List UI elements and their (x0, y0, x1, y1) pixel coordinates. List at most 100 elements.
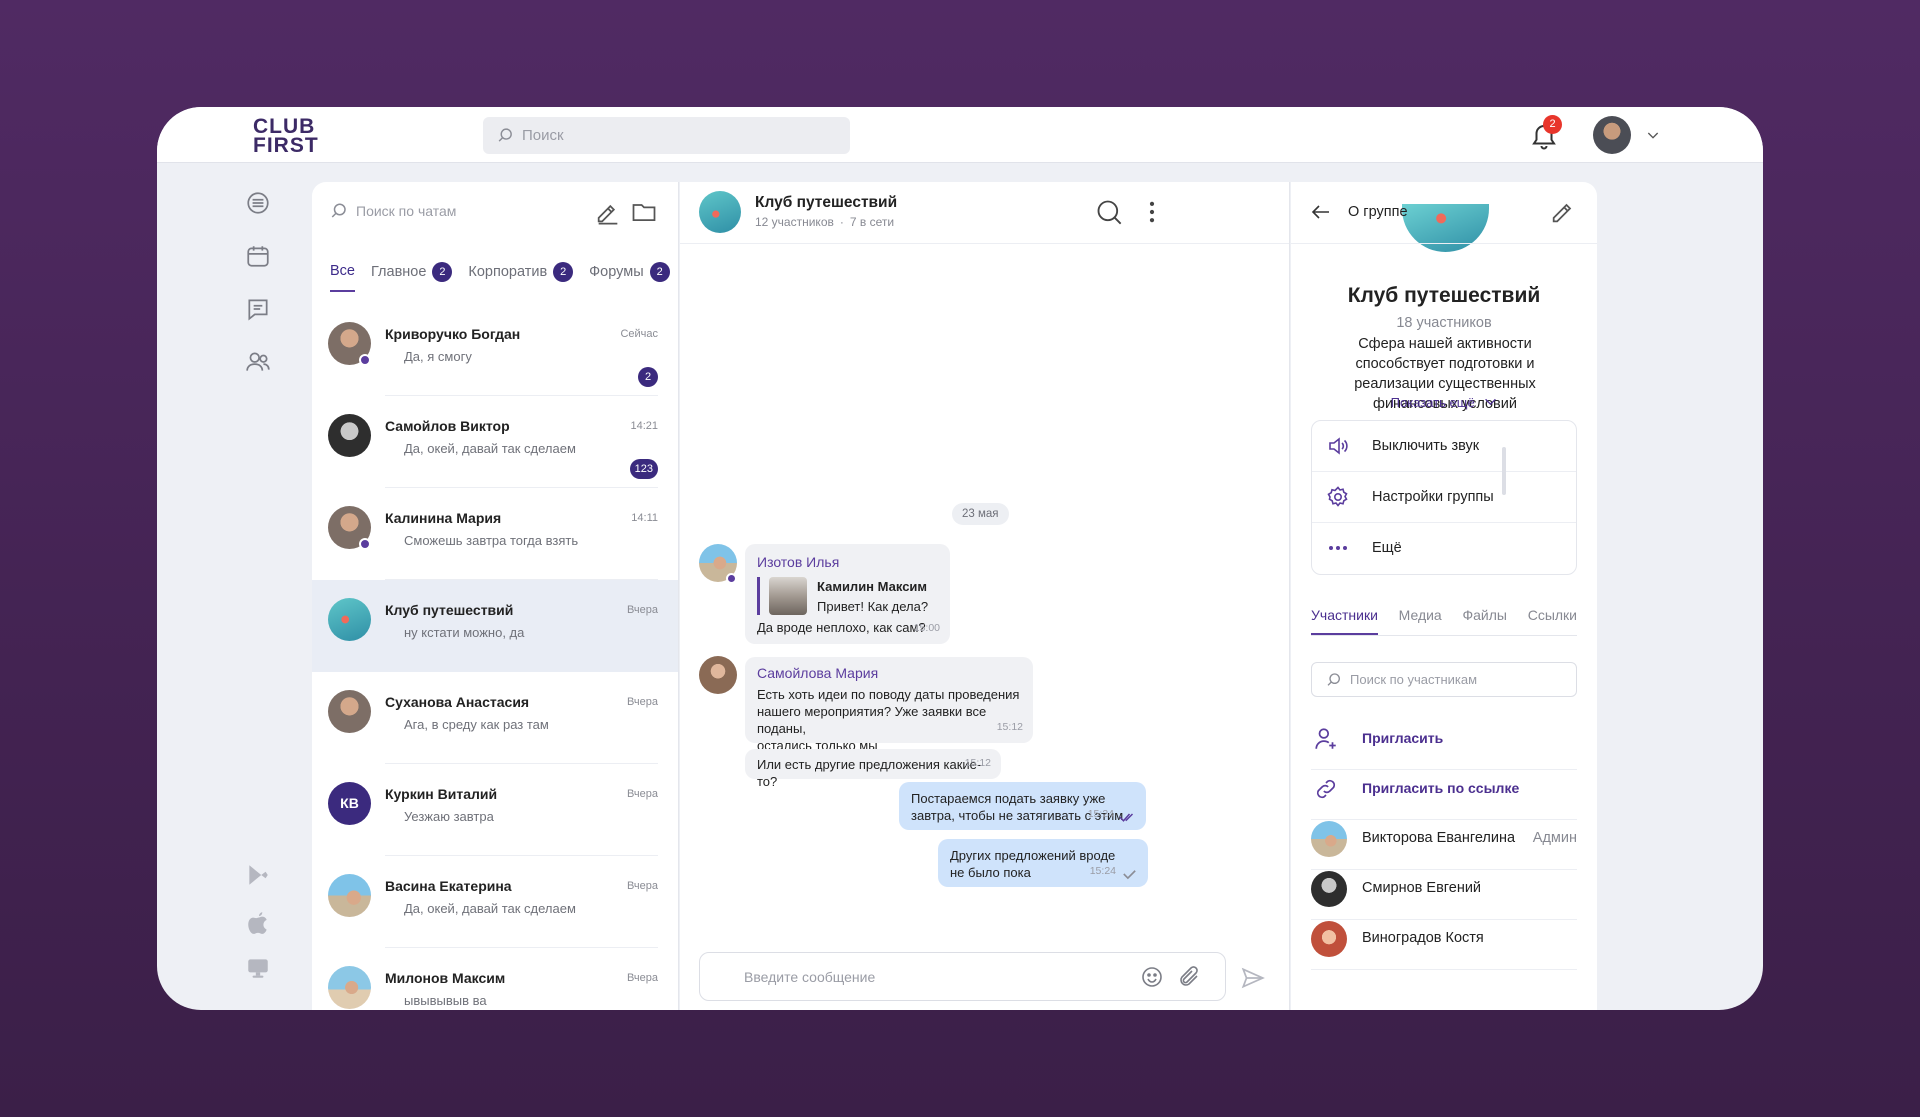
outgoing-message-bubble[interactable]: Других предложений вроде не было пока 15… (938, 839, 1148, 887)
chat-row[interactable]: КВ Куркин Виталий Уезжаю завтра Вчера (312, 764, 678, 856)
online-indicator (359, 538, 371, 550)
contacts-icon[interactable] (245, 349, 271, 375)
show-more-link[interactable]: Показать ещё (1291, 395, 1597, 410)
search-icon (331, 203, 346, 218)
chat-row-selected[interactable]: Клуб путешествий ну кстати можно, да Вче… (312, 580, 678, 672)
avatar (328, 414, 371, 457)
link-icon (1316, 779, 1336, 799)
calendar-icon[interactable] (245, 243, 271, 269)
tab-members[interactable]: Участники (1311, 607, 1378, 635)
mute-button[interactable]: Выключить звук (1312, 421, 1576, 472)
avatar: КВ (328, 782, 371, 825)
compose-pencil-icon[interactable] (594, 198, 622, 226)
message-bubble[interactable]: Или есть другие предложения какие-то? 15… (745, 749, 1001, 789)
avatar (1311, 821, 1347, 857)
desktop-icon[interactable] (245, 955, 271, 981)
tab-all[interactable]: Все (330, 262, 355, 292)
folder-icon[interactable] (630, 198, 658, 226)
group-settings-button[interactable]: Настройки группы (1312, 472, 1576, 523)
gear-icon (1327, 486, 1348, 507)
global-search (483, 117, 850, 154)
chat-search-input[interactable] (356, 203, 586, 219)
chevron-down-icon[interactable] (1645, 127, 1661, 143)
message-input[interactable] (744, 968, 1124, 985)
search-icon (498, 128, 512, 142)
feed-icon[interactable] (245, 190, 271, 216)
more-actions-button[interactable]: Ещё (1312, 523, 1576, 574)
edit-pencil-icon[interactable] (1549, 198, 1577, 226)
tab-main[interactable]: Главное 2 (371, 262, 453, 292)
group-avatar[interactable] (699, 191, 741, 233)
online-indicator (726, 573, 737, 584)
user-avatar[interactable] (1593, 116, 1631, 154)
chat-search (330, 202, 586, 220)
chat-list: Криворучко Богдан Да, я смогу Сейчас 2 С… (312, 304, 678, 1010)
outgoing-message-bubble[interactable]: Постараемся подать заявку уже завтра, чт… (899, 782, 1146, 830)
google-play-icon[interactable] (245, 862, 271, 888)
chat-row[interactable]: Васина Екатерина Да, окей, давай так сде… (312, 856, 678, 948)
search-icon (1327, 672, 1340, 686)
messages-icon[interactable] (245, 296, 271, 322)
add-user-icon (1315, 728, 1336, 749)
tab-badge: 2 (432, 262, 453, 282)
member-row[interactable]: Виноградов Костя (1311, 909, 1577, 970)
group-info-header: О группе (1291, 182, 1597, 244)
member-search (1311, 662, 1577, 697)
message-composer (699, 952, 1226, 1001)
unread-badge: 2 (638, 367, 658, 387)
date-separator: 23 мая (952, 503, 1009, 525)
chat-row[interactable]: Суханова Анастасия Ага, в среду как раз … (312, 672, 678, 764)
tab-media[interactable]: Медиа (1399, 607, 1442, 635)
avatar[interactable] (699, 656, 737, 694)
speaker-icon (1329, 437, 1348, 455)
chat-panel: Клуб путешествий 12 участников · 7 в сети … (680, 182, 1290, 1010)
more-vertical-icon[interactable] (1138, 198, 1166, 226)
app-window: CLUB FIRST 2 Все Главное2 Корпора (157, 107, 1763, 1010)
message-bubble[interactable]: Самойлова Мария Есть хоть идеи по поводу… (745, 657, 1033, 753)
group-info-panel: О группе Клуб путешествий 18 участников … (1291, 182, 1597, 1010)
tab-forums[interactable]: Форумы 2 (589, 262, 670, 292)
panel-scrollbar[interactable] (1502, 447, 1506, 495)
apple-icon[interactable] (245, 909, 271, 935)
tab-links[interactable]: Ссылки (1528, 607, 1577, 635)
member-role: Админ (1532, 830, 1577, 846)
avatar (1311, 871, 1347, 907)
chat-title: Клуб путешествий (755, 194, 898, 211)
chat-row[interactable]: Самойлов Виктор Да, окей, давай так сдел… (312, 396, 678, 488)
chat-filter-tabs: Все Главное 2 Корпоратив 2 Форумы 2 (330, 262, 670, 292)
chevron-down-icon (1485, 398, 1497, 406)
tab-files[interactable]: Файлы (1462, 607, 1506, 635)
tab-badge: 2 (553, 262, 574, 282)
group-member-count: 18 участников (1396, 315, 1492, 331)
notification-badge: 2 (1543, 115, 1562, 134)
group-actions: Выключить звук Настройки группы Ещё (1311, 420, 1577, 575)
avatar (328, 598, 371, 641)
global-search-input[interactable] (522, 127, 822, 144)
search-icon[interactable] (1095, 198, 1123, 226)
emoji-icon[interactable] (1140, 965, 1164, 989)
avatar (328, 874, 371, 917)
top-bar: CLUB FIRST 2 (157, 107, 1763, 163)
member-search-input[interactable] (1350, 672, 1570, 687)
avatar (1311, 921, 1347, 957)
unread-badge: 123 (629, 459, 658, 479)
chat-row[interactable]: Криворучко Богдан Да, я смогу Сейчас 2 (312, 304, 678, 396)
message-bubble[interactable]: Изотов Илья Камилин Максим Привет! Как д… (745, 544, 950, 644)
check-icon (1123, 870, 1136, 880)
tab-corporate[interactable]: Корпоратив 2 (468, 262, 574, 292)
group-info-title: О группе (1348, 204, 1408, 220)
tab-badge: 2 (649, 262, 670, 282)
group-name: Клуб путешествий (1347, 284, 1541, 307)
avatar (328, 690, 371, 733)
chat-row[interactable]: Милонов Максим ывывывыв ва Вчера (312, 948, 678, 1010)
chat-row[interactable]: Калинина Мария Сможешь завтра тогда взят… (312, 488, 678, 580)
chat-header: Клуб путешествий 12 участников · 7 в сети (680, 182, 1289, 244)
chat-list-panel: Все Главное2 Корпоратив2 Форумы2 Кривору… (312, 182, 679, 1010)
reply-quote[interactable]: Камилин Максим Привет! Как дела? (757, 577, 938, 615)
online-indicator (359, 354, 371, 366)
paperclip-icon[interactable] (1177, 965, 1201, 989)
send-icon[interactable] (1240, 965, 1266, 991)
arrow-left-icon[interactable] (1309, 200, 1333, 224)
group-info-tabs: Участники Медиа Файлы Ссылки (1311, 607, 1577, 636)
club-first-logo[interactable]: CLUB FIRST (253, 116, 323, 156)
